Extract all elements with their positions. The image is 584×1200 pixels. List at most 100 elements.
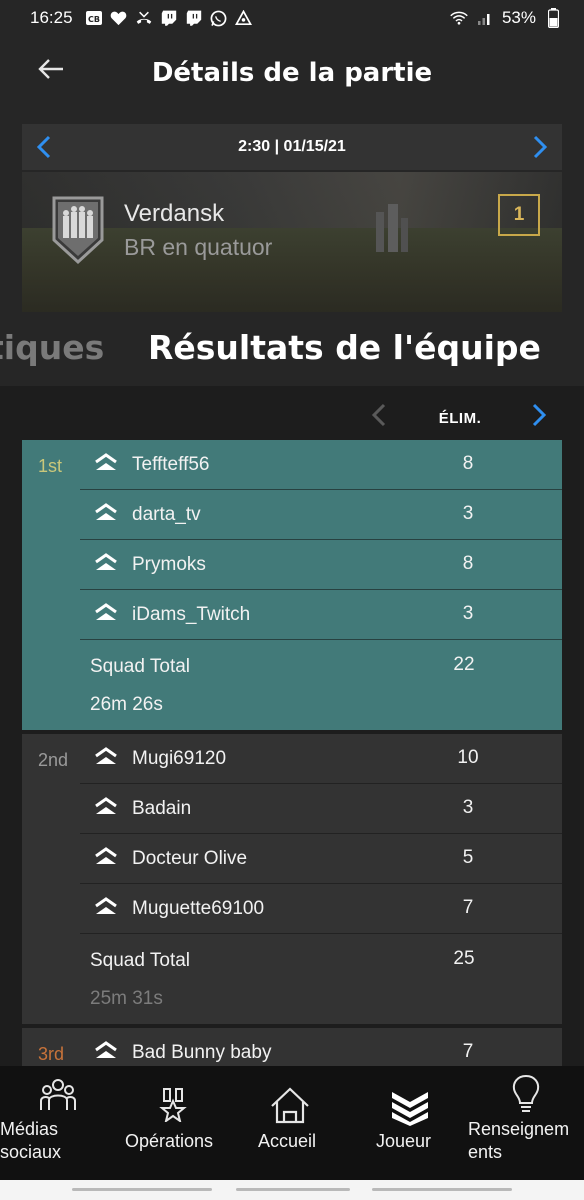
stat-selector: ÉLIM.: [0, 396, 584, 436]
next-match-button[interactable]: [526, 134, 552, 160]
squad-survival-time: 26m 26s: [90, 694, 163, 715]
rank-chevron-icon: [95, 1041, 117, 1058]
nav-label-line1: Médias: [0, 1119, 59, 1139]
squad-placement: 3rd: [38, 1044, 65, 1064]
gesture-hint-left[interactable]: [72, 1188, 212, 1191]
section-tabs: tiques Résultats de l'équipe: [0, 322, 584, 382]
rank-chevron-icon: [95, 603, 117, 620]
rank-chevron-icon: [95, 747, 117, 764]
player-row[interactable]: Prymoks 8: [80, 540, 562, 590]
player-name: Badain: [132, 798, 192, 819]
player-stat: 3: [462, 503, 474, 524]
nav-label-line1: Accueil: [258, 1131, 317, 1151]
caller-id-icon: CB: [85, 9, 103, 27]
whatsapp-icon: [210, 9, 228, 27]
rank-chevron-icon: [95, 847, 117, 864]
nav-operations[interactable]: Opérations: [118, 1066, 232, 1180]
player-row[interactable]: Mugi69120 10: [80, 734, 562, 784]
rank-chevron-icon: [95, 797, 117, 814]
gesture-hint-right[interactable]: [372, 1188, 512, 1191]
squad-placement: 2nd: [38, 750, 69, 770]
rank-chevron-icon: [95, 897, 117, 914]
twitch-icon-2: [185, 9, 203, 27]
player-name: iDams_Twitch: [132, 604, 251, 625]
player-stat: 5: [462, 847, 474, 868]
twitch-icon: [160, 9, 178, 27]
nav-label-line1: Renseignem: [468, 1119, 570, 1139]
nav-label-line2: sociaux: [0, 1142, 62, 1162]
player-name: Mugi69120: [132, 748, 227, 769]
squad-survival-time: 25m 31s: [90, 988, 163, 1009]
tab-team-results[interactable]: Résultats de l'équipe: [148, 328, 541, 367]
page-title: Détails de la partie: [151, 58, 433, 88]
match-date-nav: 2:30 | 01/15/21: [22, 124, 562, 170]
map-card: Verdansk BR en quatuor 1: [22, 172, 562, 312]
player-stat: 8: [462, 553, 474, 574]
map-name: Verdansk: [124, 200, 225, 227]
squad-card-1st[interactable]: 1st Teffteff56 8 darta_tv 3 Prymoks 8 iD…: [22, 440, 562, 730]
previous-match-button[interactable]: [32, 134, 58, 160]
nav-home[interactable]: Accueil: [236, 1066, 348, 1180]
player-name: Prymoks: [132, 554, 206, 575]
player-stat: 10: [457, 747, 479, 768]
player-row[interactable]: Docteur Olive 5: [80, 834, 562, 884]
battery-percent: 53%: [501, 8, 536, 27]
svg-text:CB: CB: [88, 15, 100, 24]
player-row[interactable]: Badain 3: [80, 784, 562, 834]
status-bar: 16:25 CB 53%: [0, 0, 584, 36]
squad-total-value: 25: [453, 948, 475, 969]
tab-statistics[interactable]: tiques: [0, 328, 104, 367]
chevron-left-icon: [371, 403, 386, 427]
nav-label-line2: ents: [468, 1142, 503, 1162]
nav-player[interactable]: Joueur: [352, 1066, 464, 1180]
chevron-left-icon: [36, 135, 51, 159]
player-name: Teffteff56: [132, 454, 210, 475]
player-stat: 8: [462, 453, 474, 474]
triangle-app-icon: [235, 9, 253, 27]
missed-call-icon: [135, 9, 153, 27]
rank-chevron-icon: [95, 553, 117, 570]
nav-intel[interactable]: Renseignem ents: [466, 1066, 584, 1180]
stat-label: ÉLIM.: [438, 410, 482, 427]
player-name: Bad Bunny baby: [132, 1042, 272, 1063]
rank-chevron-icon: [95, 453, 117, 470]
notification-icons: CB: [85, 9, 253, 27]
player-stat: 7: [462, 1041, 474, 1062]
game-mode: BR en quatuor: [124, 234, 273, 260]
game-mode-emblem-icon: [52, 196, 104, 265]
lightbulb-icon: [512, 1074, 540, 1112]
player-row[interactable]: iDams_Twitch 3: [80, 590, 562, 640]
wifi-icon: [450, 9, 468, 27]
squad-card-3rd[interactable]: 3rd Bad Bunny baby 7: [22, 1028, 562, 1066]
home-icon: [271, 1087, 309, 1124]
player-stat: 7: [462, 897, 474, 918]
squad-card-2nd[interactable]: 2nd Mugi69120 10 Badain 3 Docteur Olive …: [22, 734, 562, 1024]
player-stat: 3: [462, 603, 474, 624]
chevron-right-icon: [532, 403, 547, 427]
player-row[interactable]: Muguette69100 7: [80, 884, 562, 934]
player-row[interactable]: Bad Bunny baby 7: [80, 1028, 562, 1066]
squad-placement: 1st: [38, 456, 63, 476]
player-name: darta_tv: [132, 504, 201, 525]
system-icons: 53%: [450, 8, 562, 28]
player-row[interactable]: darta_tv 3: [80, 490, 562, 540]
system-gesture-bar: [0, 1180, 584, 1200]
top-header: Détails de la partie: [0, 36, 584, 116]
previous-stat-button[interactable]: [368, 402, 390, 428]
player-row[interactable]: Teffteff56 8: [80, 440, 562, 490]
battery-icon: [544, 8, 562, 28]
chevron-right-icon: [533, 135, 548, 159]
rank-chevron-icon: [95, 503, 117, 520]
player-stat: 3: [462, 797, 474, 818]
medal-icon: [159, 1088, 187, 1122]
gesture-hint-center[interactable]: [236, 1188, 350, 1191]
signal-icon: [476, 9, 494, 27]
squad-total-label: Squad Total: [90, 656, 191, 677]
nav-social[interactable]: Médias sociaux: [0, 1066, 114, 1180]
heart-icon: [110, 9, 128, 27]
bottom-navigation: Médias sociaux Opérations Accueil Joueur: [0, 1066, 584, 1180]
squad-total-label: Squad Total: [90, 950, 191, 971]
player-name: Docteur Olive: [132, 848, 248, 869]
placement-badge: 1: [498, 194, 540, 236]
next-stat-button[interactable]: [528, 402, 550, 428]
